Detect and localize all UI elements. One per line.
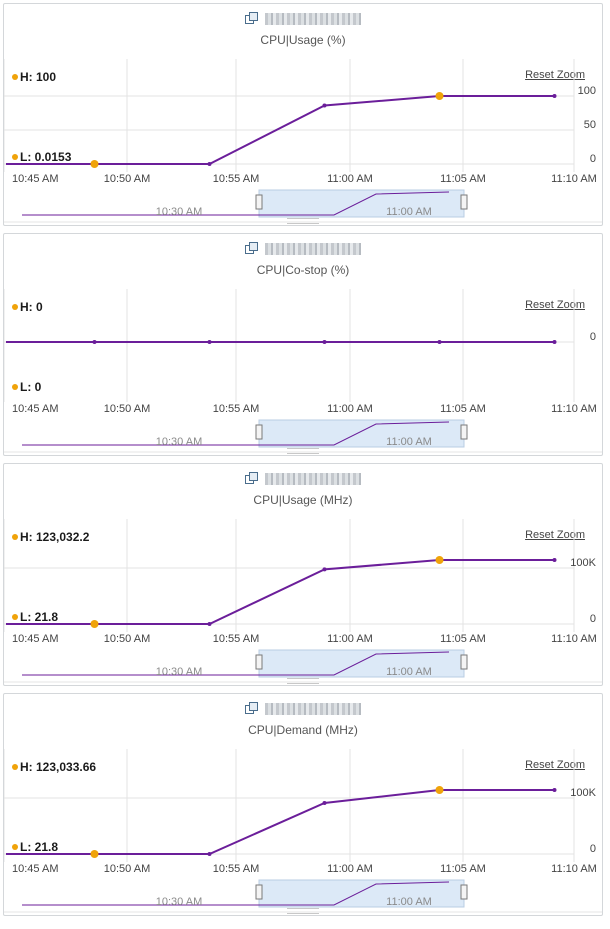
x-tick-label: 10:50 AM [104,403,150,415]
resize-handle[interactable] [287,908,319,914]
data-point [92,340,97,344]
navigator-handle[interactable] [460,424,468,440]
navigator-label: 11:00 AM [386,436,432,448]
data-point [322,103,327,108]
navigator-label: 11:00 AM [386,666,432,678]
low-point-marker [90,849,99,858]
navigator-handle[interactable] [460,654,468,670]
navigator-handle[interactable] [255,884,263,900]
data-point [437,340,442,344]
x-tick-label: 11:10 AM [551,863,597,875]
y-tick-label: 0 [590,153,596,165]
line-chart[interactable]: 100K 0 10:45 AM 10:50 AM 10:55 AM 11:00 AM 11:… [4,464,603,686]
x-tick-label: 10:50 AM [104,633,150,645]
x-tick-label: 10:45 AM [12,633,58,645]
navigator-handle[interactable] [460,194,468,210]
x-tick-label: 10:55 AM [213,863,259,875]
series-line [6,789,555,855]
x-tick-label: 10:55 AM [213,173,259,185]
navigator-label: 10:30 AM [156,896,202,908]
resize-handle[interactable] [287,678,319,684]
data-point [552,94,557,98]
data-point [207,161,212,166]
navigator-handle[interactable] [460,884,468,900]
resize-handle[interactable] [287,448,319,454]
x-tick-label: 11:10 AM [551,173,597,185]
x-tick-label: 11:00 AM [327,633,373,645]
y-tick-label: 100K [570,557,596,569]
data-point [322,567,327,572]
data-point [207,851,212,856]
x-tick-label: 10:50 AM [104,173,150,185]
x-tick-label: 11:00 AM [327,863,373,875]
data-point [322,801,327,806]
x-tick-label: 10:45 AM [12,173,58,185]
line-chart[interactable]: 0 10:45 AM 10:50 AM 10:55 AM 11:00 AM 11:05 A… [4,234,603,456]
high-point-marker [435,92,444,100]
data-point [552,340,557,344]
metric-chart-panel: CPU|Usage (%) H: 100 L: 0.0153 Reset Zoo… [3,3,603,226]
x-tick-label: 11:05 AM [440,173,486,185]
x-tick-label: 10:55 AM [213,633,259,645]
y-tick-label: 0 [590,613,596,625]
line-chart[interactable]: 100 50 0 10:45 AM 10:50 AM 10:55 AM 11:00 AM 11… [4,4,603,226]
x-tick-label: 11:05 AM [440,633,486,645]
x-tick-label: 11:00 AM [327,403,373,415]
high-point-marker [435,556,444,564]
navigator-handle[interactable] [255,654,263,670]
x-tick-label: 10:45 AM [12,403,58,415]
x-tick-label: 11:05 AM [440,863,486,875]
metric-chart-panel: CPU|Demand (MHz) H: 123,033.66 L: 21.8 R… [3,693,603,916]
navigator-label: 10:30 AM [156,206,202,218]
data-point [322,340,327,344]
data-point [207,621,212,626]
x-tick-label: 10:45 AM [12,863,58,875]
y-tick-label: 100K [570,787,596,799]
x-tick-label: 10:55 AM [213,403,259,415]
low-point-marker [90,159,99,168]
navigator-window [258,649,465,678]
navigator-label: 10:30 AM [156,666,202,678]
y-tick-label: 0 [590,843,596,855]
navigator-label: 11:00 AM [386,896,432,908]
navigator-label: 11:00 AM [386,206,432,218]
navigator-window [258,879,465,908]
x-tick-label: 11:10 AM [551,633,597,645]
resize-handle[interactable] [287,218,319,224]
data-point [552,788,557,792]
navigator-label: 10:30 AM [156,436,202,448]
y-tick-label: 100 [578,85,596,97]
navigator-handle[interactable] [255,424,263,440]
y-tick-label: 0 [590,331,596,343]
navigator-handle[interactable] [255,194,263,210]
line-chart[interactable]: 100K 0 10:45 AM 10:50 AM 10:55 AM 11:00 AM 11:… [4,694,603,916]
y-tick-label: 50 [584,119,596,131]
series-line [6,559,555,625]
navigator-window [258,189,465,218]
low-point-marker [90,619,99,628]
x-tick-label: 11:00 AM [327,173,373,185]
x-tick-label: 11:10 AM [551,403,597,415]
data-point [552,558,557,562]
metric-chart-panel: CPU|Usage (MHz) H: 123,032.2 L: 21.8 Res… [3,463,603,686]
metric-chart-panel: CPU|Co-stop (%) H: 0 L: 0 Reset Zoom 0 10… [3,233,603,456]
data-point [207,340,212,344]
navigator-window [258,419,465,448]
high-point-marker [435,786,444,794]
x-tick-label: 10:50 AM [104,863,150,875]
x-tick-label: 11:05 AM [440,403,486,415]
